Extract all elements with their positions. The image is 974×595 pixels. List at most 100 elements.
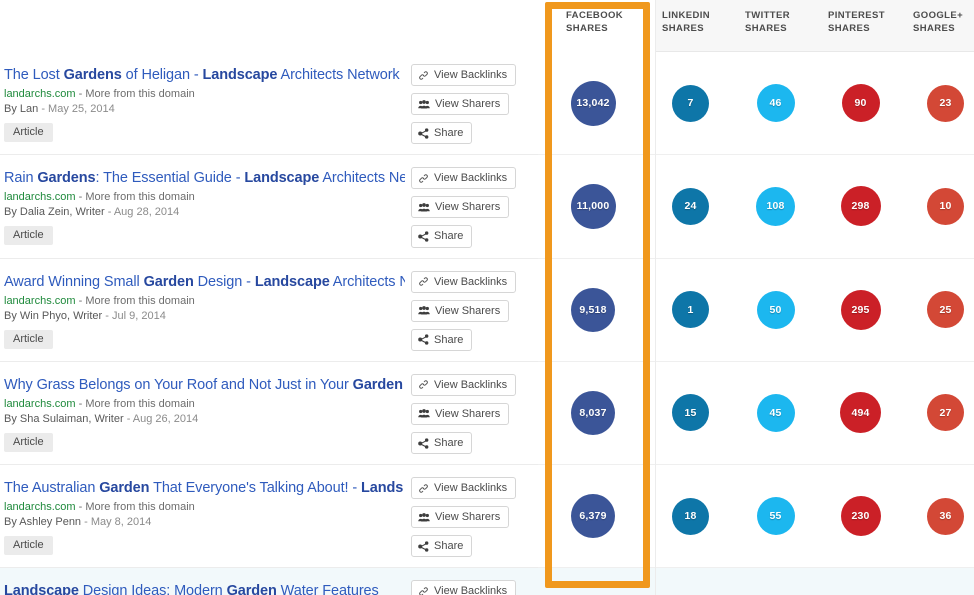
share-count-bubble-twitter[interactable]: 55	[756, 497, 795, 536]
share-count-bubble-googleplus[interactable]: 36	[927, 497, 964, 535]
column-header-linkedin[interactable]: LINKEDIN SHARES	[648, 0, 733, 52]
more-from-domain-link[interactable]: - More from this domain	[79, 295, 195, 307]
result-title-link[interactable]: The Lost Gardens of Heligan - Landscape …	[4, 66, 400, 84]
share-count-bubble-linkedin[interactable]: 15	[672, 394, 709, 432]
result-type-tag: Article	[4, 226, 53, 246]
column-header-line2: SHARES	[828, 22, 870, 34]
share-count-bubble-pinterest[interactable]: 230	[840, 496, 881, 537]
column-header-line2: SHARES	[913, 22, 955, 34]
share-count-bubble-facebook[interactable]: 9,518	[571, 287, 615, 332]
share-count-bubble-googleplus[interactable]: 25	[927, 291, 964, 329]
share-count-bubble-twitter[interactable]: 108	[756, 186, 795, 226]
share-count-bubble-facebook[interactable]: 13,042	[570, 80, 616, 126]
metric-cell-twitter: 55	[733, 464, 818, 568]
share-button[interactable]: Share	[411, 122, 473, 145]
result-domain[interactable]: landarchs.com	[4, 88, 76, 100]
actions-column-header	[405, 0, 538, 52]
result-date: - Jul 9, 2014	[105, 309, 166, 322]
share-count-bubble-googleplus[interactable]: 10	[927, 187, 964, 225]
result-domain[interactable]: landarchs.com	[4, 295, 76, 307]
title-keyword: Gardens	[37, 170, 96, 187]
share-count-bubble-twitter[interactable]: 46	[756, 84, 795, 123]
metric-cell-googleplus: 25	[903, 257, 974, 361]
social-shares-table-app: FACEBOOK SHARES LINKEDIN SHARES TWITTER SHARE…	[0, 0, 974, 595]
view-sharers-label: View Sharers	[435, 407, 501, 420]
view-backlinks-label: View Backlinks	[434, 172, 508, 185]
result-author: By Sha Sulaiman, Writer	[4, 412, 124, 425]
share-count-bubble-twitter[interactable]: 45	[756, 393, 795, 432]
more-from-domain-link[interactable]: - More from this domain	[79, 501, 195, 513]
result-byline: By Ashley Penn - May 8, 2014	[4, 516, 397, 528]
title-keyword: Garden	[226, 583, 277, 595]
share-count-bubble-facebook[interactable]: 8,037	[571, 390, 615, 435]
share-nodes-icon	[418, 541, 429, 552]
column-header-twitter[interactable]: TWITTER SHARES	[733, 0, 818, 52]
share-count-bubble-googleplus[interactable]: 23	[927, 84, 964, 122]
share-count-bubble-facebook[interactable]: 11,000	[570, 183, 616, 229]
result-actions: View Backlinks View Sharers Share	[405, 257, 538, 361]
link-icon	[418, 276, 429, 287]
share-label: Share	[434, 127, 464, 140]
result-type-tag: Article	[4, 329, 53, 349]
more-from-domain-link[interactable]: - More from this domain	[79, 398, 195, 410]
share-count-bubble-pinterest[interactable]: 298	[840, 186, 881, 227]
result-domain[interactable]: landarchs.com	[4, 191, 76, 203]
view-backlinks-button[interactable]: View Backlinks	[411, 477, 517, 500]
more-from-domain-link[interactable]: - More from this domain	[79, 191, 195, 203]
share-count-bubble-pinterest[interactable]: 295	[840, 289, 881, 330]
share-count-bubble-pinterest[interactable]: 90	[841, 84, 880, 123]
result-title-link[interactable]: Landscape Design Ideas: Modern Garden Wa…	[4, 582, 397, 595]
column-header-facebook[interactable]: FACEBOOK SHARES	[538, 0, 648, 52]
column-header-pinterest[interactable]: PINTEREST SHARES	[818, 0, 903, 52]
link-icon	[418, 173, 429, 184]
result-actions: View Backlinks View Sharers Share	[405, 154, 538, 258]
metric-cell-linkedin: 15	[648, 360, 733, 465]
result-domain[interactable]: landarchs.com	[4, 398, 76, 410]
result-title-link[interactable]: Why Grass Belongs on Your Roof and Not J…	[4, 376, 403, 394]
view-sharers-button[interactable]: View Sharers	[411, 299, 510, 322]
title-keyword: Gardens	[63, 67, 122, 83]
share-count-bubble-pinterest[interactable]: 494	[840, 392, 881, 434]
view-backlinks-button[interactable]: View Backlinks	[411, 580, 517, 595]
share-count-bubble-facebook[interactable]: 6,379	[571, 494, 615, 539]
view-sharers-button[interactable]: View Sharers	[411, 402, 510, 426]
view-backlinks-button[interactable]: View Backlinks	[411, 64, 517, 87]
view-backlinks-button[interactable]: View Backlinks	[411, 373, 517, 396]
share-count-value: 23	[939, 97, 952, 110]
view-sharers-button[interactable]: View Sharers	[411, 196, 510, 219]
share-count-value: 108	[766, 200, 785, 213]
share-count-bubble-linkedin[interactable]: 18	[672, 497, 709, 535]
more-from-domain-link[interactable]: - More from this domain	[79, 88, 195, 100]
view-backlinks-button[interactable]: View Backlinks	[411, 270, 517, 293]
result-title-link[interactable]: Award Winning Small Garden Design - Land…	[4, 273, 405, 291]
share-count-bubble-linkedin[interactable]: 1	[672, 291, 709, 329]
result-title-link[interactable]: The Australian Garden That Everyone's Ta…	[4, 479, 403, 497]
result-title-link[interactable]: Rain Gardens: The Essential Guide - Land…	[4, 169, 405, 187]
column-header-googleplus[interactable]: GOOGLE+ SHARES	[903, 0, 974, 52]
view-backlinks-button[interactable]: View Backlinks	[411, 167, 517, 190]
title-text: Architects Net	[319, 170, 405, 187]
share-count-bubble-linkedin[interactable]: 7	[672, 84, 709, 122]
result-byline: By Lan - May 25, 2014	[4, 103, 397, 115]
share-button[interactable]: Share	[411, 432, 473, 455]
share-count-bubble-linkedin[interactable]: 24	[672, 187, 709, 225]
share-label: Share	[434, 333, 464, 346]
share-count-bubble-googleplus[interactable]: 27	[927, 394, 964, 432]
result-domain[interactable]: landarchs.com	[4, 501, 76, 513]
share-button[interactable]: Share	[411, 535, 473, 558]
share-nodes-icon	[418, 231, 429, 242]
title-text: Architects Network	[277, 67, 400, 83]
view-sharers-button[interactable]: View Sharers	[411, 506, 510, 529]
metric-cell-googleplus: 36	[903, 464, 974, 568]
share-button[interactable]: Share	[411, 225, 473, 248]
view-backlinks-label: View Backlinks	[434, 585, 508, 595]
title-text: Architects N	[329, 273, 405, 290]
result-actions: View Backlinks View Sharers Share	[405, 360, 538, 465]
view-sharers-button[interactable]: View Sharers	[411, 93, 510, 116]
share-count-value: 7	[687, 97, 694, 110]
search-result-item: Award Winning Small Garden Design - Land…	[0, 257, 405, 361]
share-count-value: 46	[769, 97, 782, 110]
share-count-value: 494	[851, 406, 870, 419]
share-count-bubble-twitter[interactable]: 50	[756, 290, 795, 329]
share-button[interactable]: Share	[411, 328, 473, 351]
